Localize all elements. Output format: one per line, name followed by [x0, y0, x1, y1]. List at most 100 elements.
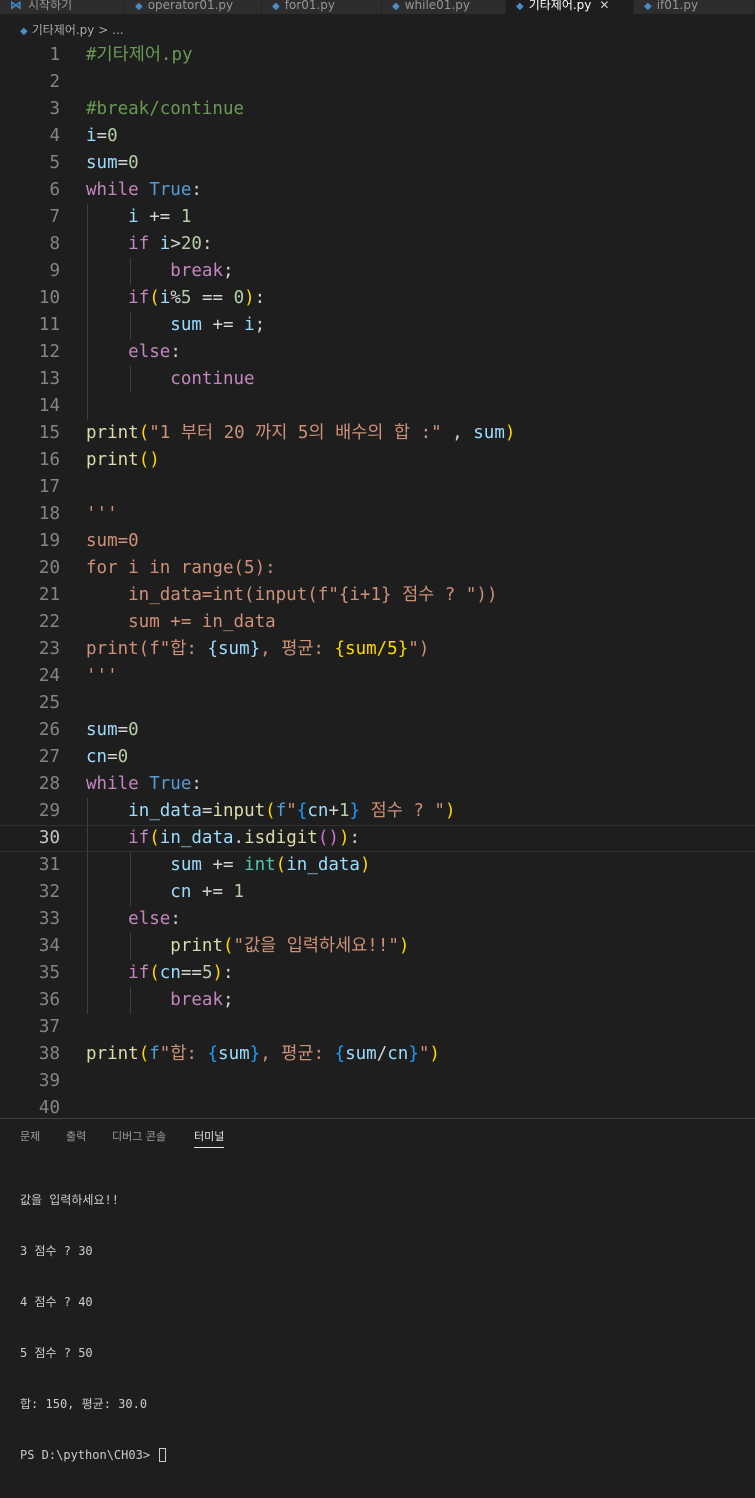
code-line[interactable]: 13 continue — [0, 366, 755, 393]
line-number: 26 — [38, 720, 60, 740]
tab-operator01[interactable]: ◆ operator01.py — [125, 0, 262, 14]
code-token: sum — [218, 1044, 250, 1064]
code-token: = — [201, 801, 213, 821]
code-line[interactable]: 3 #break/continue — [0, 96, 755, 123]
code-line[interactable]: 2 — [0, 69, 755, 96]
tab-label: while01.py — [404, 0, 470, 12]
code-line[interactable]: 1 #기타제어.py — [0, 42, 755, 69]
code-line[interactable]: 27 cn=0 — [0, 744, 755, 771]
code-line[interactable]: 16 print() — [0, 447, 755, 474]
terminal-output[interactable]: 값을 입력하세요!! 3 점수 ? 30 4 점수 ? 40 5 점수 ? 50… — [20, 1158, 167, 1498]
code-line[interactable]: 10 if(i%5 == 0): — [0, 285, 755, 312]
breadcrumb[interactable]: ◆ 기타제어.py > ... — [0, 18, 124, 42]
code-token: ( — [149, 288, 160, 308]
code-text: for i in range(5): — [86, 555, 276, 582]
code-line[interactable]: 20 for i in range(5): — [0, 555, 755, 582]
close-icon[interactable]: ✕ — [599, 0, 609, 12]
code-token: == — [191, 288, 234, 308]
code-text: i += 1 — [86, 204, 191, 231]
breadcrumb-symbols[interactable]: ... — [112, 23, 123, 37]
code-token: sum=0 — [86, 531, 139, 551]
code-token: } — [249, 1044, 261, 1064]
code-line[interactable]: 17 — [0, 474, 755, 501]
code-editor[interactable]: 1 #기타제어.py 2 3 #break/continue 4 i=0 5 sum=0 6 whi… — [0, 42, 755, 1118]
code-text: else: — [86, 906, 181, 933]
tab-label: 기타제어.py — [528, 0, 592, 12]
code-line[interactable]: 39 — [0, 1068, 755, 1095]
code-line[interactable]: 35 if(cn==5): — [0, 960, 755, 987]
code-line[interactable]: 40 — [0, 1095, 755, 1118]
code-token: " — [418, 1044, 430, 1064]
tab-welcome[interactable]: ⋈ 시작하기 — [0, 0, 125, 14]
code-line[interactable]: 5 sum=0 — [0, 150, 755, 177]
tab-active-file[interactable]: ◆ 기타제어.py ✕ — [506, 0, 634, 14]
code-line[interactable]: 37 — [0, 1014, 755, 1041]
code-token: if — [128, 288, 150, 308]
code-token: ) — [244, 288, 255, 308]
code-line[interactable]: 11 sum += i; — [0, 312, 755, 339]
code-line[interactable]: 22 sum += in_data — [0, 609, 755, 636]
code-token: sum — [473, 423, 505, 443]
code-token: += — [201, 315, 245, 335]
code-token: break — [170, 990, 223, 1010]
code-line[interactable]: 38 print(f"합: {sum}, 평균: {sum/cn}") — [0, 1041, 755, 1068]
code-token: : — [254, 288, 266, 308]
code-line[interactable]: 8 if i>20: — [0, 231, 755, 258]
code-text: #기타제어.py — [86, 42, 193, 69]
code-token: ") — [408, 639, 430, 659]
line-number: 30 — [38, 828, 60, 848]
code-line[interactable]: 33 else: — [0, 906, 755, 933]
code-line[interactable]: 24 ''' — [0, 663, 755, 690]
code-token: : — [201, 234, 213, 254]
line-number: 21 — [38, 585, 60, 605]
code-line[interactable]: 32 cn += 1 — [0, 879, 755, 906]
code-token: cn — [170, 882, 192, 902]
tab-while01[interactable]: ◆ while01.py — [382, 0, 506, 14]
code-line[interactable]: 4 i=0 — [0, 123, 755, 150]
code-line[interactable]: 9 break; — [0, 258, 755, 285]
tab-if01[interactable]: ◆ if01.py — [634, 0, 755, 14]
code-line[interactable]: 36 break; — [0, 987, 755, 1014]
code-line[interactable]: 23 print(f"합: {sum}, 평균: {sum/5}") — [0, 636, 755, 663]
code-line[interactable]: 30 if(in_data.isdigit()): — [0, 825, 755, 852]
breadcrumb-file[interactable]: 기타제어.py — [32, 23, 95, 37]
tab-for01[interactable]: ◆ for01.py — [262, 0, 382, 14]
code-line[interactable]: 14 — [0, 393, 755, 420]
code-line[interactable]: 15 print("1 부터 20 까지 5의 배수의 합 :" , sum) — [0, 420, 755, 447]
line-number: 36 — [38, 990, 60, 1010]
code-line[interactable]: 28 while True: — [0, 771, 755, 798]
code-line[interactable]: 7 i += 1 — [0, 204, 755, 231]
code-token: i — [244, 315, 255, 335]
code-token: 1 — [233, 882, 245, 902]
code-line[interactable]: 19 sum=0 — [0, 528, 755, 555]
code-token: = — [117, 720, 129, 740]
code-token: = — [107, 747, 118, 767]
code-token: ( — [265, 801, 276, 821]
code-line[interactable]: 29 in_data=input(f"{cn+1} 점수 ? ") — [0, 798, 755, 825]
code-token: sum — [86, 720, 118, 740]
code-line[interactable]: 26 sum=0 — [0, 717, 755, 744]
code-line[interactable]: 18 ''' — [0, 501, 755, 528]
terminal-prompt-line[interactable]: PS D:\python\CH03> — [20, 1447, 167, 1464]
line-number: 9 — [49, 261, 60, 281]
line-number: 17 — [38, 477, 60, 497]
code-token: { — [207, 1044, 219, 1064]
code-line[interactable]: 31 sum += int(in_data) — [0, 852, 755, 879]
tab-output[interactable]: 출력 — [66, 1127, 86, 1147]
code-token: in_data — [128, 801, 202, 821]
code-line[interactable]: 25 — [0, 690, 755, 717]
code-text: break; — [86, 258, 233, 285]
code-text: sum += i; — [86, 312, 265, 339]
tab-terminal[interactable]: 터미널 — [194, 1127, 225, 1148]
code-token: { — [296, 801, 308, 821]
line-number: 1 — [49, 45, 60, 65]
code-line[interactable]: 6 while True: — [0, 177, 755, 204]
code-line[interactable]: 21 in_data=int(input(f"{i+1} 점수 ? ")) — [0, 582, 755, 609]
code-line[interactable]: 12 else: — [0, 339, 755, 366]
tab-debug-console[interactable]: 디버그 콘솔 — [112, 1127, 166, 1147]
code-line[interactable]: 34 print("값을 입력하세요!!") — [0, 933, 755, 960]
tab-problems[interactable]: 문제 — [20, 1127, 40, 1147]
code-token: : — [191, 774, 202, 794]
